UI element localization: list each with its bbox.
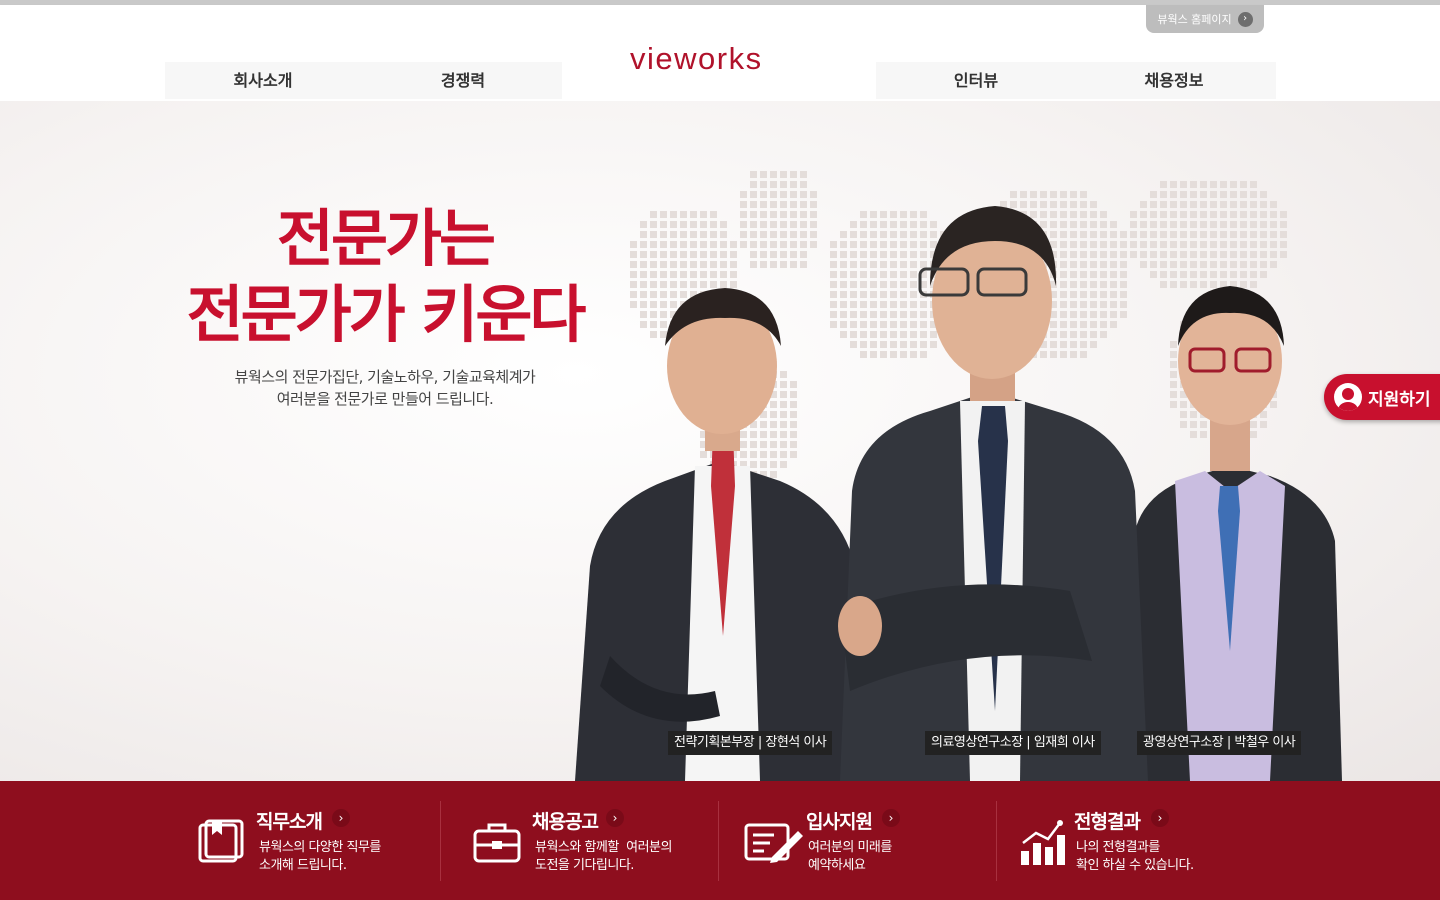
nav-right: 인터뷰 채용정보 <box>876 62 1276 99</box>
hero-banner: 전문가는 전문가가 키운다 뷰웍스의 전문가집단, 기술노하우, 기술교육체계가… <box>0 101 1440 781</box>
nav-item-interview[interactable]: 인터뷰 <box>876 62 1076 99</box>
user-icon <box>1334 383 1362 411</box>
headline-line-2: 전문가가 키운다 <box>186 278 587 351</box>
home-link-label: 뷰웍스 홈페이지 <box>1157 13 1232 26</box>
card-desc-line-1: 나의 전형결과를 <box>1076 840 1160 855</box>
card-apply[interactable]: 입사지원 › 여러분의 미래를 예약하세요 <box>744 797 1020 887</box>
card-desc-line-1: 여러분의 미래를 <box>808 840 892 855</box>
bar-chart-icon <box>1021 820 1065 865</box>
book-icon <box>198 819 244 863</box>
nav-item-company[interactable]: 회사소개 <box>165 62 361 99</box>
apply-button[interactable]: 지원하기 <box>1324 374 1440 420</box>
card-title: 입사지원 <box>806 811 873 833</box>
person-caption-2: 의료영상연구소장 | 임재희 이사 <box>925 731 1101 755</box>
card-title: 직무소개 <box>256 811 323 833</box>
edit-document-icon <box>744 823 803 863</box>
briefcase-icon <box>473 823 521 863</box>
card-desc: 뷰웍스의 다양한 직무를 소개해 드립니다. <box>259 839 381 875</box>
card-result[interactable]: 전형결과 › 나의 전형결과를 확인 하실 수 있습니다. <box>1018 797 1294 887</box>
divider <box>718 801 719 881</box>
logo-mark: vieworks <box>630 41 763 76</box>
card-desc-line-2: 도전을 기다립니다. <box>535 858 634 873</box>
card-desc: 여러분의 미래를 예약하세요 <box>808 839 892 875</box>
hero-subtext: 뷰웍스의 전문가집단, 기술노하우, 기술교육체계가 여러분을 전문가로 만들어… <box>200 366 570 410</box>
person-caption-1: 전략기획본부장 | 장현석 이사 <box>668 731 833 755</box>
divider <box>440 801 441 881</box>
card-title: 채용공고 <box>532 811 599 833</box>
person-photo-2 <box>838 206 1148 781</box>
svg-text:vieworks: vieworks <box>630 42 763 76</box>
card-desc: 나의 전형결과를 확인 하실 수 있습니다. <box>1076 839 1194 875</box>
nav-item-competitiveness[interactable]: 경쟁력 <box>365 62 561 99</box>
chevron-right-icon: › <box>1151 809 1169 827</box>
chevron-right-icon: › <box>332 809 350 827</box>
card-desc-line-2: 소개해 드립니다. <box>259 858 347 873</box>
card-job-intro[interactable]: 직무소개 › 뷰웍스의 다양한 직무를 소개해 드립니다. <box>196 797 472 887</box>
logo[interactable]: vieworks <box>630 41 808 84</box>
card-desc-line-1: 뷰웍스와 함께할 여러분의 <box>535 840 672 855</box>
divider <box>996 801 997 881</box>
apply-button-label: 지원하기 <box>1368 389 1431 410</box>
card-title: 전형결과 <box>1074 811 1141 833</box>
footer-links: 직무소개 › 뷰웍스의 다양한 직무를 소개해 드립니다. 채용공고 › 뷰웍스… <box>0 781 1440 900</box>
card-desc-line-1: 뷰웍스의 다양한 직무를 <box>259 840 381 855</box>
chevron-right-icon: › <box>882 809 900 827</box>
card-desc-line-2: 예약하세요 <box>808 858 866 873</box>
card-job-posting[interactable]: 채용공고 › 뷰웍스와 함께할 여러분의 도전을 기다립니다. <box>472 797 748 887</box>
hero-headline: 전문가는 전문가가 키운다 <box>170 201 600 353</box>
card-desc-line-2: 확인 하실 수 있습니다. <box>1076 858 1194 873</box>
card-desc: 뷰웍스와 함께할 여러분의 도전을 기다립니다. <box>535 839 672 875</box>
person-caption-3: 광영상연구소장 | 박철우 이사 <box>1137 731 1302 755</box>
nav-left: 회사소개 경쟁력 <box>165 62 562 99</box>
home-link-button[interactable]: 뷰웍스 홈페이지 › <box>1146 5 1264 33</box>
subtext-line-2: 여러분을 전문가로 만들어 드립니다. <box>276 390 494 408</box>
headline-line-1: 전문가는 <box>276 202 496 275</box>
nav-item-recruit[interactable]: 채용정보 <box>1074 62 1274 99</box>
chevron-right-icon: › <box>1237 11 1253 27</box>
chevron-right-icon: › <box>606 809 624 827</box>
subtext-line-1: 뷰웍스의 전문가집단, 기술노하우, 기술교육체계가 <box>234 368 536 386</box>
